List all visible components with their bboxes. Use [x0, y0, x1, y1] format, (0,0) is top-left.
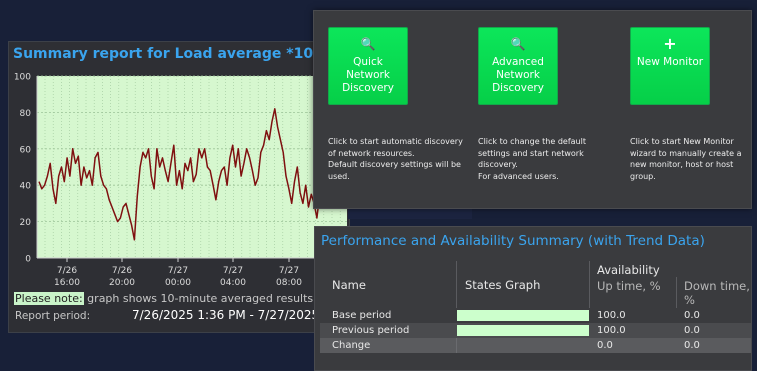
- x-tick-time: 20:00: [109, 278, 135, 288]
- row-downtime: 0.0: [684, 325, 700, 336]
- states-graph-bar: [457, 325, 589, 336]
- x-tick-time: 04:00: [220, 278, 246, 288]
- note-text: graph shows 10-minute averaged results, …: [83, 292, 353, 305]
- y-tick-label: 60: [20, 145, 32, 155]
- x-tick-date: 7/26: [57, 266, 77, 276]
- column-header-uptime: Up time, %: [597, 279, 661, 293]
- row-uptime: 0.0: [597, 340, 613, 351]
- performance-summary-panel: Performance and Availability Summary (wi…: [314, 226, 752, 371]
- quick-network-discovery-button[interactable]: 🔍 Quick Network Discovery: [328, 27, 408, 105]
- summary-report-panel: Summary report for Load average *100, 1 …: [8, 41, 353, 333]
- report-period-value: 7/26/2025 1:36 PM - 7/27/2025 1:3: [132, 308, 343, 322]
- y-tick-label: 100: [14, 73, 31, 83]
- table-row: Previous period 100.0 0.0: [320, 323, 751, 338]
- search-icon: 🔍: [360, 37, 376, 51]
- desc-text: Click to start New Monitor wizard to man…: [630, 137, 742, 181]
- advanced-discovery-description: Click to change the default settings and…: [478, 136, 613, 182]
- table-row: Change 0.0 0.0: [320, 338, 751, 353]
- tile-label: New Monitor: [636, 56, 704, 68]
- new-monitor-button[interactable]: + New Monitor: [630, 27, 710, 105]
- desc-text: Click to change the default settings and…: [478, 137, 586, 181]
- x-tick-time: 16:00: [54, 278, 80, 288]
- y-tick-label: 0: [25, 255, 31, 265]
- advanced-network-discovery-button[interactable]: 🔍 Advanced Network Discovery: [478, 27, 558, 105]
- report-period-label: Report period:: [15, 310, 91, 322]
- column-header-name: Name: [332, 278, 366, 292]
- column-header-downtime: Down time, %: [684, 279, 750, 307]
- states-graph-bar: [457, 310, 589, 321]
- x-tick-date: 7/27: [168, 266, 188, 276]
- column-header-availability: Availability: [597, 263, 660, 277]
- x-tick-date: 7/27: [279, 266, 299, 276]
- row-name: Change: [332, 340, 371, 351]
- row-name: Base period: [332, 310, 392, 321]
- table-row: Base period 100.0 0.0: [320, 308, 751, 323]
- row-downtime: 0.0: [684, 310, 700, 321]
- note-highlight: Please note:: [14, 292, 84, 305]
- load-average-chart: 0 20 40 60 80 100 7/26 16:00 7/26 20:00 7/27 00:00 7…: [14, 73, 347, 288]
- quick-discovery-description: Click to start automatic discovery of ne…: [328, 136, 463, 182]
- search-icon: 🔍: [510, 37, 526, 51]
- report-title: Summary report for Load average *100, 1: [13, 46, 343, 62]
- column-header-states-graph: States Graph: [465, 278, 541, 292]
- new-monitor-description: Click to start New Monitor wizard to man…: [630, 136, 748, 182]
- y-tick-label: 80: [20, 109, 32, 119]
- y-tick-label: 40: [20, 182, 32, 192]
- tile-label: Quick Network Discovery: [342, 56, 394, 94]
- row-uptime: 100.0: [597, 310, 626, 321]
- x-tick-time: 00:00: [165, 278, 191, 288]
- graph-note: Please note: graph shows 10-minute avera…: [14, 292, 353, 305]
- y-tick-label: 20: [20, 218, 32, 228]
- cell-divider: [456, 338, 457, 353]
- desc-text: Click to start automatic discovery of ne…: [328, 137, 463, 181]
- row-name: Previous period: [332, 325, 410, 336]
- discovery-popup: 🔍 Quick Network Discovery 🔍 Advanced Net…: [313, 10, 752, 209]
- x-tick-date: 7/27: [223, 266, 243, 276]
- row-uptime: 100.0: [597, 325, 626, 336]
- performance-summary-title: Performance and Availability Summary (wi…: [321, 233, 705, 249]
- plus-icon: +: [663, 34, 677, 53]
- tile-label: Advanced Network Discovery: [492, 56, 544, 94]
- x-tick-time: 08:00: [276, 278, 302, 288]
- row-downtime: 0.0: [684, 340, 700, 351]
- x-tick-date: 7/26: [112, 266, 132, 276]
